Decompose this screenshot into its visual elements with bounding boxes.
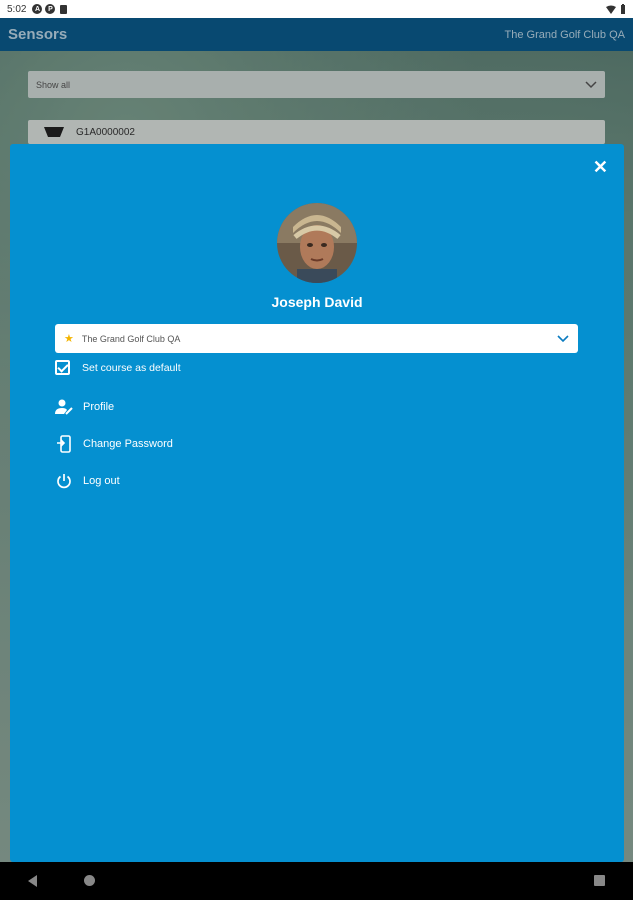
battery-icon xyxy=(621,4,625,14)
profile-modal: ✕ Joseph David ★ The Grand Golf Club QA … xyxy=(10,144,624,862)
course-select-value: The Grand Golf Club QA xyxy=(81,333,181,344)
profile-icon xyxy=(55,398,73,416)
recent-apps-icon[interactable] xyxy=(594,875,605,886)
menu-item-change-password-label: Change Password xyxy=(83,438,173,450)
p-icon: P xyxy=(45,4,56,14)
power-icon xyxy=(55,472,73,490)
set-default-label: Set course as default xyxy=(82,361,181,374)
set-default-checkbox[interactable] xyxy=(55,360,70,375)
status-bar: 5:02 A P xyxy=(0,0,633,18)
menu-item-profile-label: Profile xyxy=(83,401,115,413)
status-time: 5:02 xyxy=(7,3,27,15)
menu-item-profile[interactable]: Profile xyxy=(55,398,114,416)
home-icon[interactable] xyxy=(84,875,95,886)
course-select[interactable]: ★ The Grand Golf Club QA xyxy=(55,324,578,353)
battery-saver-icon xyxy=(60,4,68,14)
close-button[interactable]: ✕ xyxy=(593,157,608,178)
menu-item-log-out-label: Log out xyxy=(83,475,120,487)
user-name: Joseph David xyxy=(271,294,363,310)
menu-item-log-out[interactable]: Log out xyxy=(55,472,120,490)
back-icon[interactable] xyxy=(28,875,37,887)
change-password-icon xyxy=(55,435,73,453)
avatar xyxy=(277,203,357,283)
menu-item-change-password[interactable]: Change Password xyxy=(55,435,173,453)
set-default-row[interactable]: Set course as default xyxy=(55,360,181,375)
wifi-icon xyxy=(606,5,616,14)
star-icon: ★ xyxy=(64,333,74,345)
alert-icon: A xyxy=(32,4,43,14)
navigation-bar xyxy=(0,862,633,900)
chevron-down-icon xyxy=(557,334,569,342)
